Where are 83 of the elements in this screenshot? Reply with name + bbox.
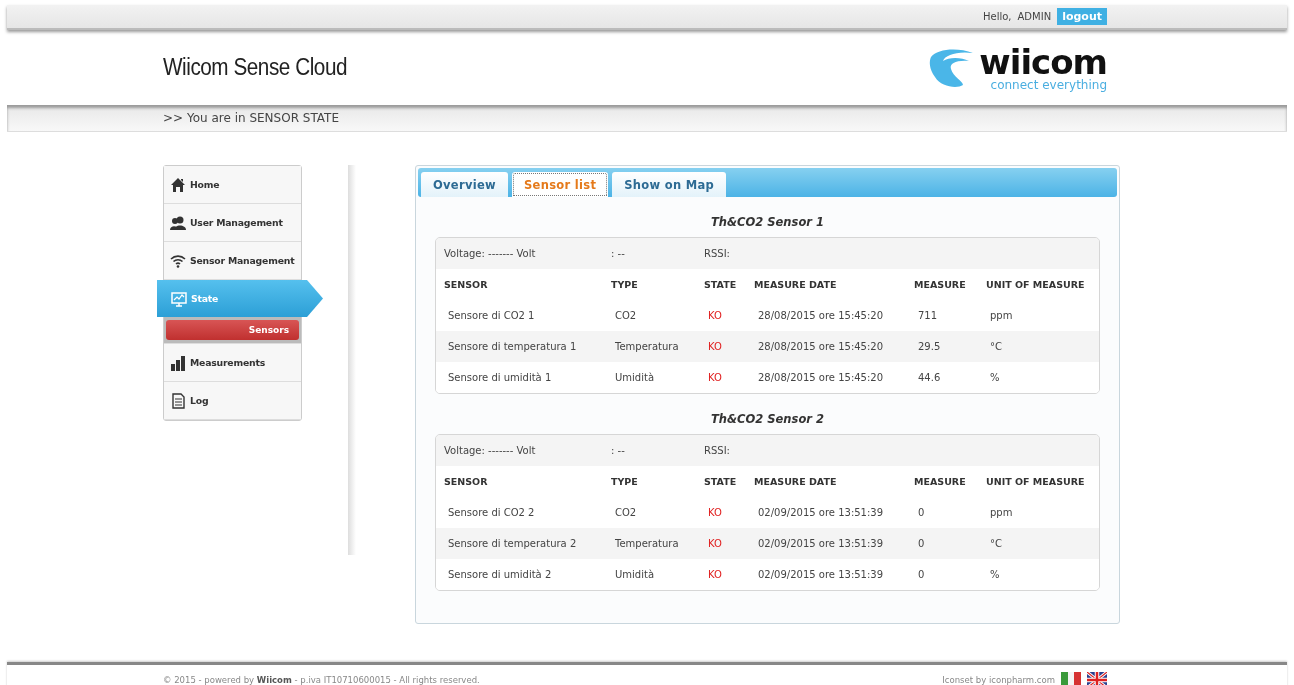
- table-cell-text: CO2: [614, 507, 638, 518]
- table-cell-text: Temperatura: [614, 538, 680, 549]
- tab[interactable]: Show on Map: [612, 172, 727, 197]
- table-cell-text: 29.5: [917, 341, 942, 352]
- table-cell-text: 28/08/2015 ore 15:45:20: [757, 310, 885, 321]
- table-cell-text: 44.6: [917, 372, 942, 383]
- table-cell-text: 711: [917, 310, 939, 321]
- logo-wordmark: wiicom: [979, 44, 1107, 79]
- rssi-text: RSSI:: [703, 445, 731, 456]
- table-cell-text: Sensore di umidità 1: [447, 372, 553, 383]
- submenu-item[interactable]: Sensors: [166, 320, 299, 340]
- column-header: TYPE: [610, 476, 639, 487]
- sidebar-item-label: Measurements: [190, 357, 266, 368]
- table-cell-text: Temperatura: [614, 341, 680, 352]
- table-cell-text: 28/08/2015 ore 15:45:20: [757, 341, 885, 352]
- table-cell-text: 0: [917, 538, 926, 549]
- uk-flag-icon[interactable]: [1087, 672, 1107, 685]
- italian-flag-icon[interactable]: [1061, 672, 1081, 685]
- table-cell-text: 0: [917, 569, 926, 580]
- rssi-text: RSSI:: [703, 248, 731, 259]
- tab[interactable]: Overview: [421, 172, 508, 197]
- sidebar-item-label: Home: [190, 179, 220, 190]
- column-header: UNIT OF MEASURE: [985, 476, 1086, 487]
- column-header: MEASURE: [913, 476, 967, 487]
- state-cell-text: KO: [707, 507, 723, 518]
- table-cell-text: ppm: [989, 310, 1014, 321]
- table-cell-text: 02/09/2015 ore 13:51:39: [757, 569, 885, 580]
- table-cell-text: CO2: [614, 310, 638, 321]
- table-cell-text: 02/09/2015 ore 13:51:39: [757, 507, 885, 518]
- document-icon: [170, 392, 186, 409]
- table-cell-text: Sensore di CO2 1: [447, 310, 536, 321]
- table-cell-text: Umidità: [614, 569, 655, 580]
- column-header: MEASURE DATE: [753, 279, 838, 290]
- column-header: SENSOR: [443, 279, 489, 290]
- table-cell-text: 0: [917, 507, 926, 518]
- table-cell-text: °C: [989, 341, 1003, 352]
- info-text: : --: [610, 248, 626, 259]
- tab[interactable]: Sensor list: [512, 172, 609, 197]
- table-cell-text: Sensore di temperatura 2: [447, 538, 578, 549]
- bar-chart-icon: [170, 354, 186, 371]
- state-cell-text: KO: [707, 372, 723, 383]
- iconset-credit: Iconset by iconpharm.com: [942, 675, 1055, 685]
- greeting-text: Hello,: [983, 11, 1012, 22]
- column-header: SENSOR: [443, 476, 489, 487]
- sidebar-item-label: User Management: [190, 217, 283, 228]
- table-cell-text: %: [989, 372, 1001, 383]
- sidebar-item[interactable]: Home: [164, 166, 301, 204]
- state-cell-text: KO: [707, 538, 723, 549]
- logo-tagline: connect everything: [990, 78, 1107, 91]
- sensor-group-title: Th&CO2 Sensor 2: [710, 411, 825, 428]
- table-cell-text: Sensore di umidità 2: [447, 569, 553, 580]
- column-header: STATE: [703, 476, 738, 487]
- table-cell-text: Sensore di CO2 2: [447, 507, 536, 518]
- app-title: Wiicom Sense Cloud: [163, 54, 347, 81]
- wifi-icon: [170, 252, 186, 269]
- table-cell-text: Umidità: [614, 372, 655, 383]
- copyright-text: © 2015 - powered by Wiicom - p.iva IT10710600015 - All rights reserved.: [163, 675, 480, 685]
- home-icon: [170, 176, 186, 193]
- info-text: : --: [610, 445, 626, 456]
- column-header: MEASURE DATE: [753, 476, 838, 487]
- column-header: STATE: [703, 279, 738, 290]
- column-header: UNIT OF MEASURE: [985, 279, 1086, 290]
- sidebar-item-label: Sensor Management: [190, 255, 295, 266]
- voltage-text: Voltage: ------- Volt: [443, 445, 537, 456]
- table-cell-text: 02/09/2015 ore 13:51:39: [757, 538, 885, 549]
- state-cell-text: KO: [707, 341, 723, 352]
- users-icon: [170, 214, 186, 231]
- table-cell-text: Sensore di temperatura 1: [447, 341, 578, 352]
- voltage-text: Voltage: ------- Volt: [443, 248, 537, 259]
- table-cell-text: %: [989, 569, 1001, 580]
- state-cell-text: KO: [707, 569, 723, 580]
- column-header: TYPE: [610, 279, 639, 290]
- sidebar-item-label: State: [191, 293, 219, 304]
- sensor-group-title: Th&CO2 Sensor 1: [710, 214, 825, 231]
- table-cell-text: 28/08/2015 ore 15:45:20: [757, 372, 885, 383]
- breadcrumb-text: >> You are in SENSOR STATE: [7, 105, 1287, 132]
- table-cell-text: ppm: [989, 507, 1014, 518]
- table-cell-text: °C: [989, 538, 1003, 549]
- monitor-chart-icon: [171, 290, 187, 307]
- state-cell-text: KO: [707, 310, 723, 321]
- column-header: MEASURE: [913, 279, 967, 290]
- sidebar-item-label: Log: [190, 395, 209, 406]
- user-name: ADMIN: [1017, 11, 1052, 22]
